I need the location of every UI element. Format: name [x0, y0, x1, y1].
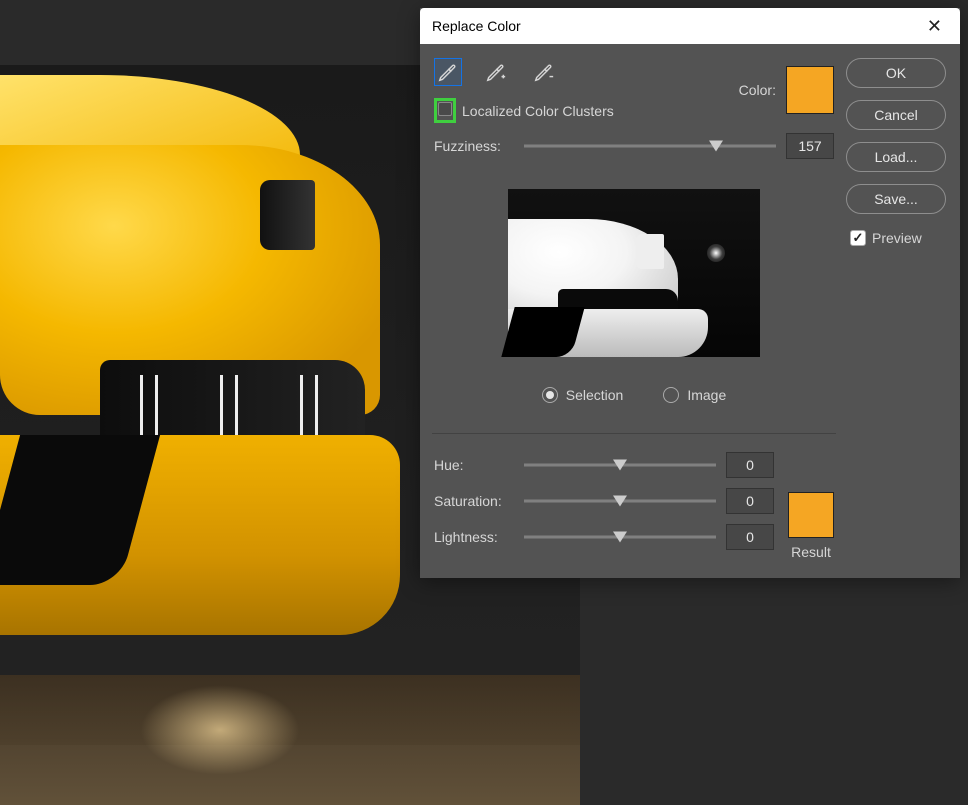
- lightness-slider[interactable]: [524, 527, 716, 547]
- fuzziness-slider[interactable]: [524, 136, 776, 156]
- localized-clusters-checkbox[interactable]: [438, 102, 452, 116]
- fuzziness-label: Fuzziness:: [434, 138, 514, 154]
- radio-dot-icon: [542, 387, 558, 403]
- floor-reflection: [0, 675, 580, 805]
- color-swatch[interactable]: [786, 66, 834, 114]
- highlight-outline: [434, 98, 456, 123]
- ok-button[interactable]: OK: [846, 58, 946, 88]
- result-swatch[interactable]: [788, 492, 834, 538]
- result-label: Result: [791, 544, 831, 560]
- eyedropper-add-icon[interactable]: [482, 58, 510, 86]
- dialog-title: Replace Color: [432, 18, 521, 34]
- hue-value[interactable]: [726, 452, 774, 478]
- eyedropper-subtract-icon[interactable]: [530, 58, 558, 86]
- radio-selection[interactable]: Selection: [542, 387, 624, 403]
- localized-clusters-label: Localized Color Clusters: [462, 103, 614, 119]
- color-label: Color:: [739, 82, 776, 98]
- saturation-slider[interactable]: [524, 491, 716, 511]
- selection-preview: [508, 189, 760, 357]
- cancel-button[interactable]: Cancel: [846, 100, 946, 130]
- radio-selection-label: Selection: [566, 387, 624, 403]
- lightness-value[interactable]: [726, 524, 774, 550]
- dialog-titlebar[interactable]: Replace Color ✕: [420, 8, 960, 44]
- hue-slider[interactable]: [524, 455, 716, 475]
- replace-color-dialog: Replace Color ✕: [420, 8, 960, 578]
- preview-checkbox[interactable]: [850, 230, 866, 246]
- saturation-label: Saturation:: [434, 493, 514, 509]
- fuzziness-value[interactable]: [786, 133, 834, 159]
- save-button[interactable]: Save...: [846, 184, 946, 214]
- radio-dot-icon: [663, 387, 679, 403]
- load-button[interactable]: Load...: [846, 142, 946, 172]
- car-mirror: [260, 180, 315, 250]
- divider: [432, 433, 836, 434]
- lightness-label: Lightness:: [434, 529, 514, 545]
- radio-image[interactable]: Image: [663, 387, 726, 403]
- preview-label: Preview: [872, 230, 922, 246]
- hue-label: Hue:: [434, 457, 514, 473]
- saturation-value[interactable]: [726, 488, 774, 514]
- close-icon[interactable]: ✕: [921, 14, 948, 39]
- eyedropper-icon[interactable]: [434, 58, 462, 86]
- radio-image-label: Image: [687, 387, 726, 403]
